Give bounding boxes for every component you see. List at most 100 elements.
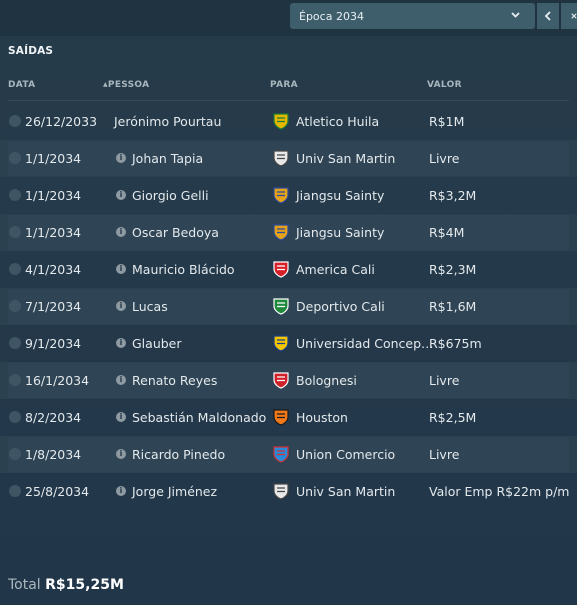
player-name-link[interactable]: Mauricio Blácido xyxy=(132,251,235,288)
transfer-date: 1/1/2034 xyxy=(25,151,82,166)
table-row[interactable]: 9/1/2034 i Glauber Universidad Concep… R$675… xyxy=(0,325,577,362)
atletico-huila-badge-icon xyxy=(272,112,290,130)
destination-club-link[interactable]: Universidad Concep… xyxy=(296,325,434,362)
header-divider xyxy=(8,100,569,101)
destination-club-link[interactable]: Houston xyxy=(296,399,348,436)
transfer-date: 8/2/2034 xyxy=(25,410,82,425)
player-name-link[interactable]: Jorge Jiménez xyxy=(132,473,217,510)
table-row[interactable]: 1/1/2034 i Oscar Bedoya Jiangsu Sainty R$4M xyxy=(0,214,577,251)
destination-club-link[interactable]: Jiangsu Sainty xyxy=(296,177,384,214)
transfer-date: 1/1/2034 xyxy=(25,225,82,240)
transfer-value: Livre xyxy=(429,373,460,388)
transfer-date: 1/8/2034 xyxy=(25,447,82,462)
destination-club-link[interactable]: Bolognesi xyxy=(296,362,357,399)
universidad-concepcion-badge-icon xyxy=(272,334,290,352)
table-row[interactable]: 8/2/2034 i Sebastián Maldonado Houston R$2,5… xyxy=(0,399,577,436)
status-check-icon xyxy=(9,189,21,201)
chevron-left-icon xyxy=(544,11,551,21)
total-label: Total xyxy=(8,577,41,593)
season-label: Época 2034 xyxy=(299,9,364,23)
player-name-link[interactable]: Giorgio Gelli xyxy=(132,177,209,214)
table-row[interactable]: 26/12/2033 Jerónimo Pourtau Atletico Huila… xyxy=(0,103,577,140)
info-icon[interactable]: i xyxy=(116,264,126,274)
table-row[interactable]: 25/8/2034 i Jorge Jiménez Univ San Martin Va… xyxy=(0,473,577,510)
info-icon[interactable]: i xyxy=(116,301,126,311)
transfer-date: 26/12/2033 xyxy=(25,114,98,129)
column-header-to[interactable]: PARA xyxy=(270,80,298,90)
status-check-icon xyxy=(9,374,21,386)
player-name-link[interactable]: Lucas xyxy=(132,288,168,325)
destination-club-link[interactable]: Deportivo Cali xyxy=(296,288,385,325)
info-icon[interactable]: i xyxy=(116,190,126,200)
column-header-person-label: PESSOA xyxy=(107,80,150,90)
transfer-value: Livre xyxy=(429,151,460,166)
previous-season-button[interactable] xyxy=(537,3,559,29)
total-summary: Total R$15,25M xyxy=(8,577,124,593)
transfer-value: R$4M xyxy=(429,225,465,240)
status-check-icon xyxy=(9,485,21,497)
info-icon[interactable]: i xyxy=(116,486,126,496)
chevron-down-icon xyxy=(510,9,521,23)
transfer-value: R$675m xyxy=(429,336,482,351)
info-icon[interactable]: i xyxy=(116,449,126,459)
transfer-date: 7/1/2034 xyxy=(25,299,82,314)
transfer-date: 4/1/2034 xyxy=(25,262,82,277)
transfers-out-panel: SAÍDAS DATA ▲PESSOA PARA VALOR 26/12/203… xyxy=(0,36,577,605)
bolognesi-badge-icon xyxy=(272,371,290,389)
status-check-icon xyxy=(9,337,21,349)
info-icon[interactable]: i xyxy=(116,375,126,385)
status-check-icon xyxy=(9,152,21,164)
destination-club-link[interactable]: Atletico Huila xyxy=(296,103,379,140)
column-header-person[interactable]: ▲PESSOA xyxy=(103,80,149,90)
destination-club-link[interactable]: Univ San Martin xyxy=(296,140,395,177)
transfers-table: 26/12/2033 Jerónimo Pourtau Atletico Huila… xyxy=(0,103,577,510)
player-name-link[interactable]: Ricardo Pinedo xyxy=(132,436,225,473)
player-name-link[interactable]: Glauber xyxy=(132,325,182,362)
player-name-link[interactable]: Johan Tapia xyxy=(132,140,203,177)
destination-club-link[interactable]: Jiangsu Sainty xyxy=(296,214,384,251)
season-dropdown[interactable]: Época 2034 xyxy=(290,3,535,29)
table-row[interactable]: 1/8/2034 i Ricardo Pinedo Union Comercio Liv… xyxy=(0,436,577,473)
transfer-value: R$1M xyxy=(429,114,465,129)
univ-san-martin-badge-icon xyxy=(272,149,290,167)
info-icon[interactable]: i xyxy=(116,227,126,237)
status-check-icon xyxy=(9,226,21,238)
transfer-date: 1/1/2034 xyxy=(25,188,82,203)
player-name-link[interactable]: Jerónimo Pourtau xyxy=(114,103,221,140)
table-row[interactable]: 1/1/2034 i Giorgio Gelli Jiangsu Sainty R$3,… xyxy=(0,177,577,214)
total-value: R$15,25M xyxy=(45,577,124,593)
transfer-value: R$2,5M xyxy=(429,410,477,425)
table-row[interactable]: 1/1/2034 i Johan Tapia Univ San Martin Livre xyxy=(0,140,577,177)
close-button[interactable] xyxy=(561,3,577,29)
info-icon[interactable]: i xyxy=(116,412,126,422)
table-row[interactable]: 7/1/2034 i Lucas Deportivo Cali R$1,6M xyxy=(0,288,577,325)
top-bar: Época 2034 xyxy=(0,0,577,36)
transfer-value: R$1,6M xyxy=(429,299,477,314)
column-header-date[interactable]: DATA xyxy=(8,80,35,90)
player-name-link[interactable]: Sebastián Maldonado xyxy=(132,399,266,436)
player-name-link[interactable]: Oscar Bedoya xyxy=(132,214,219,251)
destination-club-link[interactable]: Union Comercio xyxy=(296,436,395,473)
jiangsu-sainty-badge-icon xyxy=(272,223,290,241)
deportivo-cali-badge-icon xyxy=(272,297,290,315)
transfer-value: R$3,2M xyxy=(429,188,477,203)
jiangsu-sainty-badge-icon xyxy=(272,186,290,204)
status-check-icon xyxy=(9,411,21,423)
player-name-link[interactable]: Renato Reyes xyxy=(132,362,217,399)
houston-badge-icon xyxy=(272,408,290,426)
transfer-date: 9/1/2034 xyxy=(25,336,82,351)
info-icon[interactable]: i xyxy=(116,153,126,163)
info-icon[interactable]: i xyxy=(116,338,126,348)
table-row[interactable]: 16/1/2034 i Renato Reyes Bolognesi Livre xyxy=(0,362,577,399)
status-check-icon xyxy=(9,115,21,127)
column-header-value[interactable]: VALOR xyxy=(427,80,462,90)
status-check-icon xyxy=(9,448,21,460)
union-comercio-badge-icon xyxy=(272,445,290,463)
destination-club-link[interactable]: America Cali xyxy=(296,251,375,288)
destination-club-link[interactable]: Univ San Martin xyxy=(296,473,395,510)
table-row[interactable]: 4/1/2034 i Mauricio Blácido America Cali R$2… xyxy=(0,251,577,288)
status-check-icon xyxy=(9,300,21,312)
transfer-value: Livre xyxy=(429,447,460,462)
section-title: SAÍDAS xyxy=(8,45,54,57)
transfer-value: Valor Emp R$22m p/m xyxy=(429,484,570,499)
